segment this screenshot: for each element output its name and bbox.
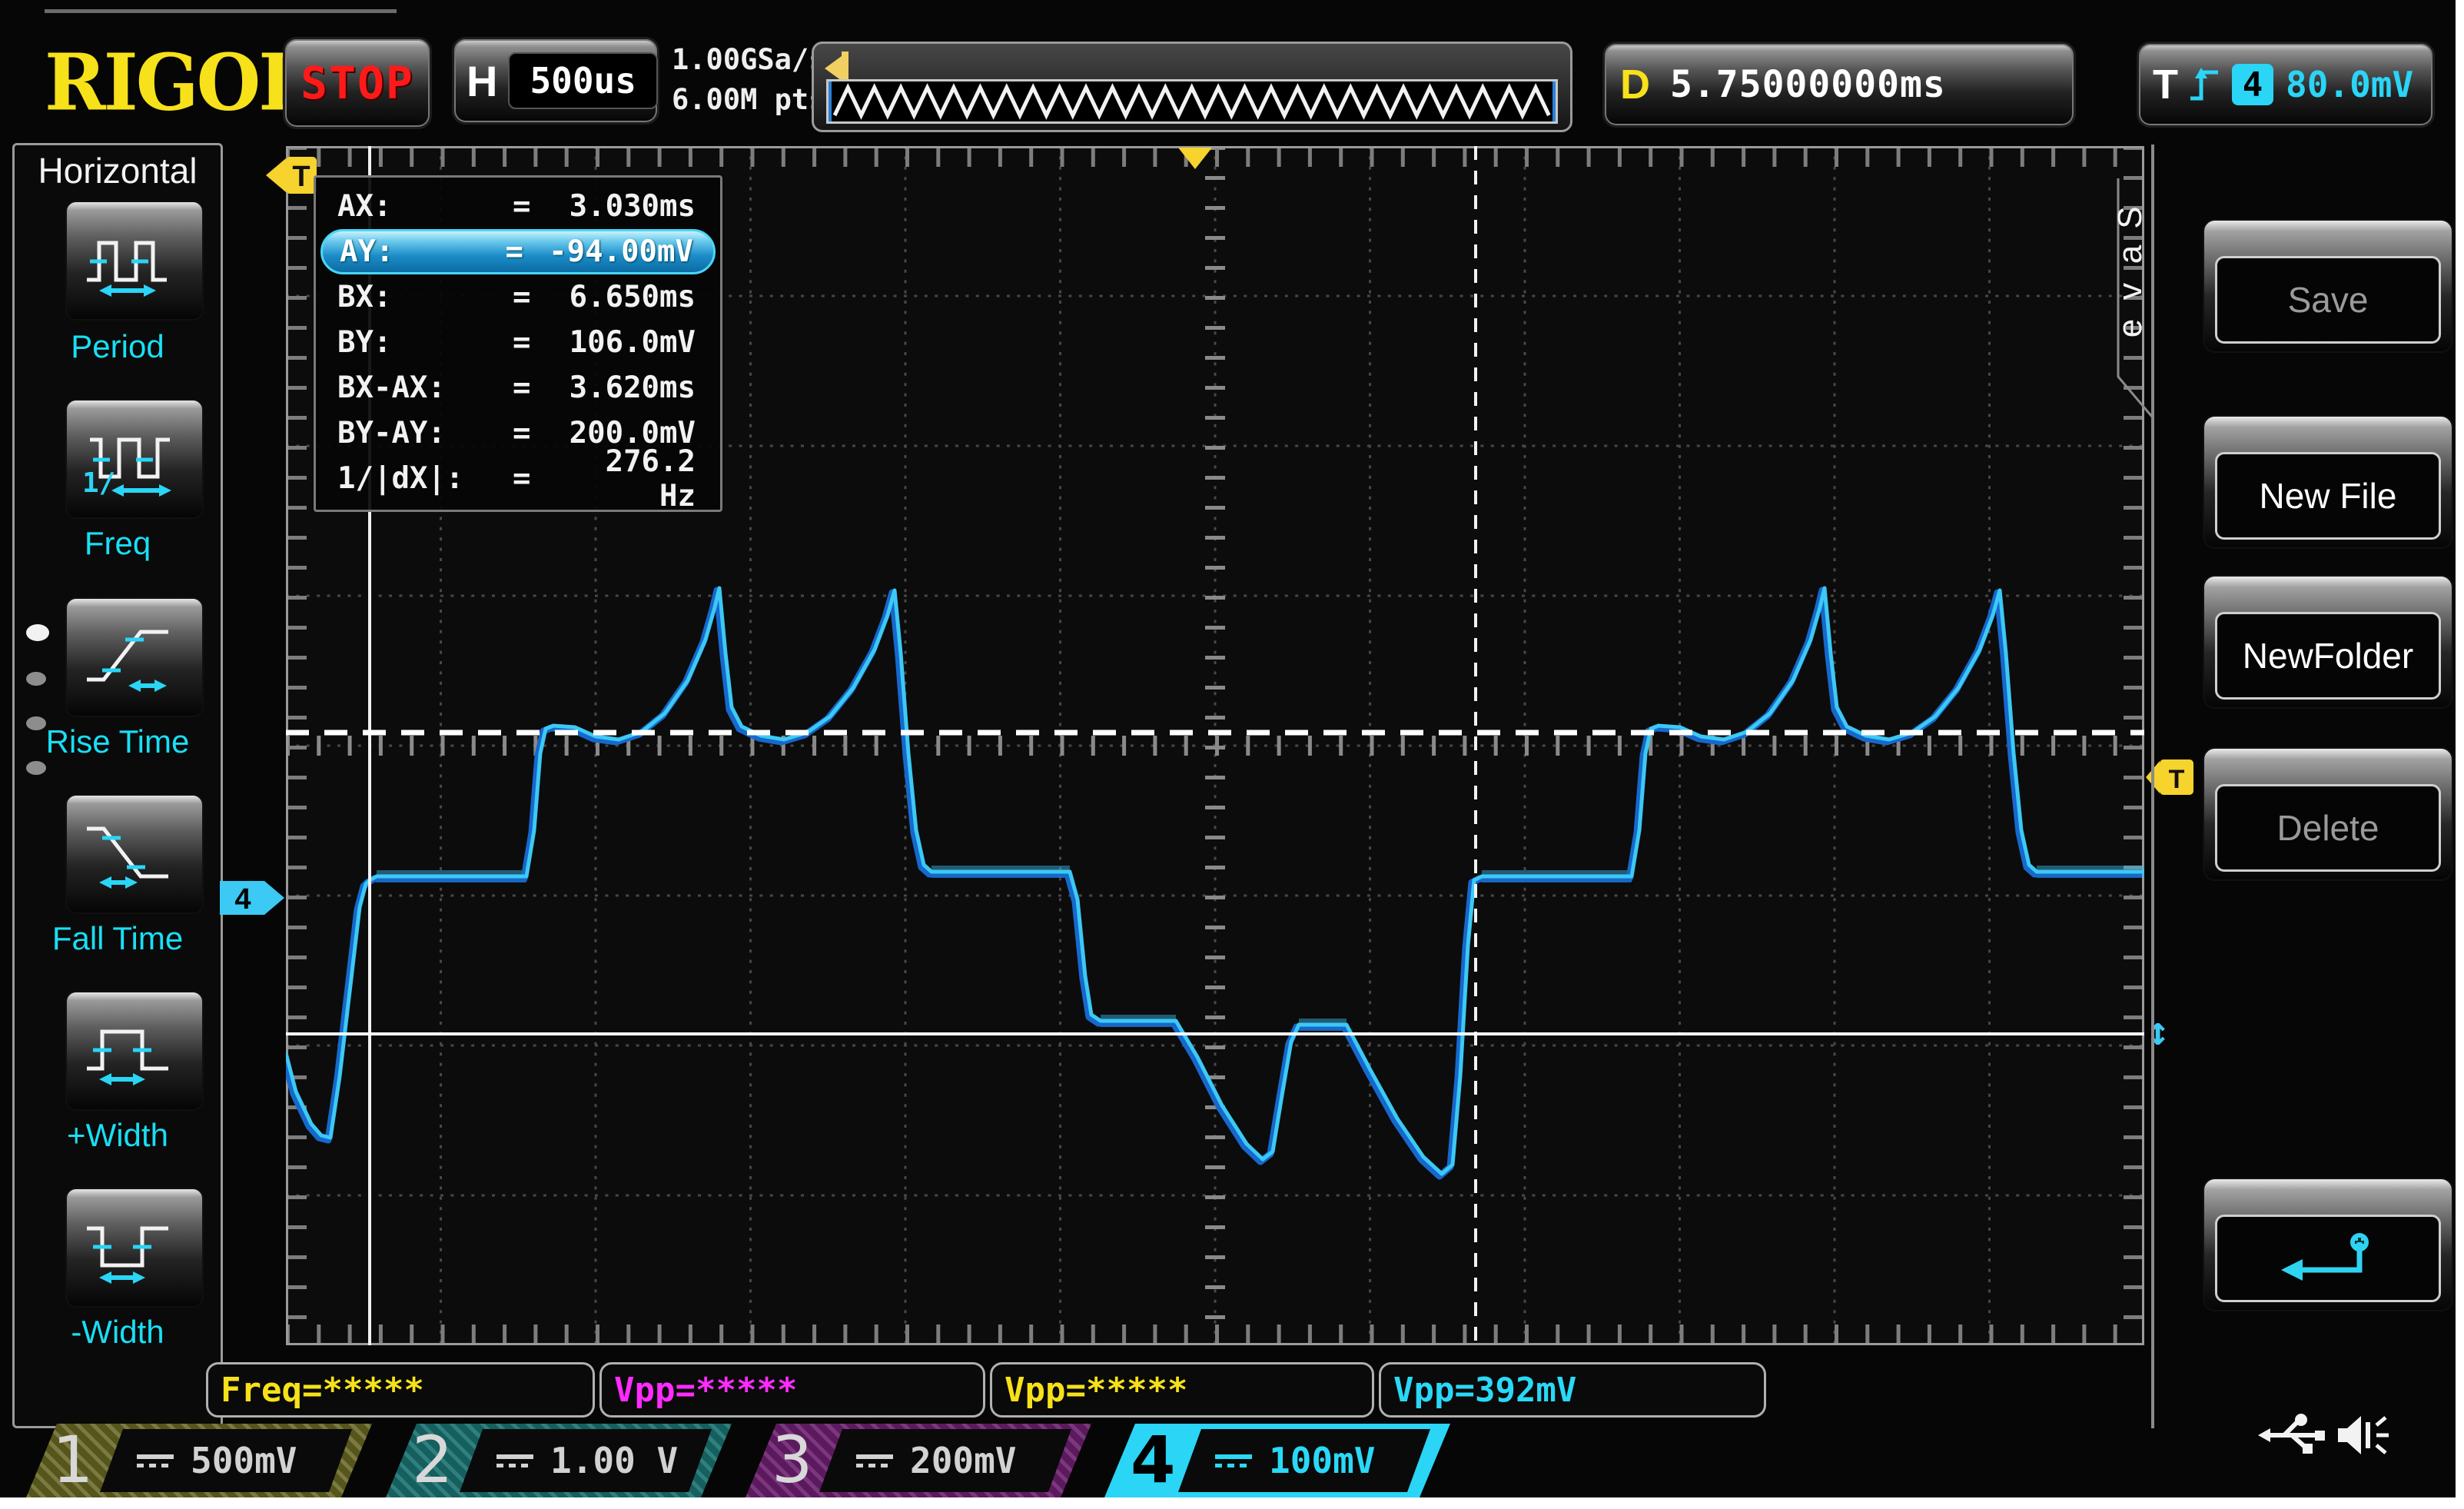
trigger-position-marker-icon[interactable] bbox=[1178, 148, 1212, 169]
preview-window-right-edge bbox=[1552, 81, 1556, 121]
channel-2-number: 2 bbox=[412, 1422, 453, 1497]
run-state-button[interactable]: STOP bbox=[283, 37, 432, 129]
brand-logo: RIGOL bbox=[45, 43, 308, 124]
new-folder-button[interactable]: NewFolder bbox=[2203, 575, 2453, 709]
cursor-row-by: BY: = 106.0mV bbox=[320, 320, 716, 365]
measure-item-period[interactable] bbox=[65, 201, 204, 321]
channel-3-scale: 200mV bbox=[910, 1440, 1016, 1481]
run-state-label: STOP bbox=[301, 57, 414, 109]
measure-item-minus-width[interactable] bbox=[65, 1188, 204, 1308]
freq-icon: 1/ bbox=[81, 417, 188, 501]
channel-2-status[interactable]: 2 1.00 V bbox=[386, 1424, 732, 1497]
memory-waveform-preview[interactable] bbox=[812, 42, 1572, 132]
svg-text:T: T bbox=[2169, 765, 2185, 794]
trigger-level-value: 80.0mV bbox=[2286, 64, 2413, 105]
d-label: D bbox=[1620, 61, 1650, 108]
acquisition-info: 1.00GSa/s 6.00M pts bbox=[672, 40, 825, 120]
new-file-button[interactable]: New File bbox=[2203, 415, 2453, 549]
channel-4-status-selected[interactable]: 4 100mV bbox=[1104, 1424, 1450, 1497]
measure-item-minus-width-label: -Width bbox=[15, 1314, 221, 1351]
freq-icon-one-over: 1/ bbox=[82, 467, 115, 499]
menu-tab-letter: e bbox=[2111, 307, 2150, 350]
cursor-row-ay-selected[interactable]: AY: = -94.00mV bbox=[320, 229, 716, 274]
sample-rate: 1.00GSa/s bbox=[672, 40, 825, 80]
fall-time-icon bbox=[81, 812, 188, 896]
svg-text:4: 4 bbox=[234, 883, 251, 916]
channel4-ground-marker[interactable]: 4 bbox=[220, 876, 286, 919]
measure-category-title: Horizontal bbox=[15, 150, 221, 191]
cursor-row-ax: AX: = 3.030ms bbox=[320, 184, 716, 229]
trigger-info-box[interactable]: T 4 80.0mV bbox=[2137, 42, 2435, 128]
cursor-ay-adjust-icon[interactable]: ↕ bbox=[2146, 1009, 2170, 1055]
measure-item-plus-width-label: +Width bbox=[15, 1117, 221, 1154]
d-value: 5.75000000ms bbox=[1670, 63, 1946, 106]
measure-item-plus-width[interactable] bbox=[65, 991, 204, 1111]
measure-item-fall-time-label: Fall Time bbox=[15, 920, 221, 957]
h-label: H bbox=[467, 56, 497, 106]
svg-text:T: T bbox=[292, 161, 310, 193]
trigger-slope-icon bbox=[2187, 63, 2221, 106]
usb-icon bbox=[2256, 1411, 2327, 1459]
channel-2-scale: 1.00 V bbox=[550, 1440, 678, 1481]
measurement-slot-3[interactable]: Vpp=***** bbox=[990, 1362, 1374, 1418]
memory-depth: 6.00M pts bbox=[672, 80, 825, 120]
rise-time-icon bbox=[81, 615, 188, 700]
cursor-row-bx: BX: = 6.650ms bbox=[320, 274, 716, 320]
measure-item-fall-time[interactable] bbox=[65, 794, 204, 914]
measure-item-period-label: Period bbox=[15, 328, 221, 365]
speaker-icon bbox=[2333, 1411, 2393, 1459]
measure-item-rise-time[interactable] bbox=[65, 597, 204, 717]
back-button[interactable] bbox=[2203, 1178, 2453, 1311]
preview-wave-window bbox=[826, 79, 1558, 124]
measurement-slot-1[interactable]: Freq=***** bbox=[206, 1362, 595, 1418]
preview-window-left-edge bbox=[829, 81, 832, 121]
cursor-row-inv-dx: 1/|dX|: = 276.2 Hz bbox=[320, 456, 716, 501]
h-scale-value: 500us bbox=[508, 52, 657, 109]
back-arrow-icon bbox=[2270, 1230, 2386, 1287]
cursor-row-bx-ax: BX-AX: = 3.620ms bbox=[320, 365, 716, 410]
period-icon bbox=[81, 218, 188, 303]
measure-item-freq-label: Freq bbox=[15, 525, 221, 562]
cursor-readout-box: AX: = 3.030ms AY: = -94.00mV BX: = 6.650… bbox=[314, 175, 722, 512]
preview-zigzag bbox=[829, 81, 1556, 121]
dc-coupling-icon bbox=[496, 1454, 533, 1467]
delete-button[interactable]: Delete bbox=[2203, 747, 2453, 881]
measure-item-freq[interactable]: 1/ bbox=[65, 399, 204, 519]
channel-3-status[interactable]: 3 200mV bbox=[746, 1424, 1091, 1497]
dc-coupling-icon bbox=[856, 1454, 893, 1467]
channel-4-scale: 100mV bbox=[1269, 1440, 1375, 1481]
channel-1-scale: 500mV bbox=[191, 1440, 297, 1481]
t-label: T bbox=[2153, 61, 2178, 108]
dc-coupling-icon bbox=[1215, 1454, 1252, 1467]
measurement-slot-2[interactable]: Vpp=***** bbox=[599, 1362, 985, 1418]
channel-1-status[interactable]: 1 500mV bbox=[26, 1424, 372, 1497]
minus-width-icon bbox=[81, 1205, 188, 1290]
channel-4-number: 4 bbox=[1131, 1422, 1175, 1497]
dc-coupling-icon bbox=[137, 1454, 174, 1467]
save-button[interactable]: Save bbox=[2203, 219, 2453, 353]
measurement-slot-4[interactable]: Vpp=392mV bbox=[1379, 1362, 1766, 1418]
bezel-line bbox=[45, 9, 397, 13]
channel-3-number: 3 bbox=[772, 1422, 812, 1497]
horizontal-scale-box[interactable]: H 500us bbox=[452, 37, 659, 125]
oscilloscope-screen: RIGOL STOP H 500us 1.00GSa/s 6.00M pts D… bbox=[0, 0, 2456, 1497]
trigger-source-badge: 4 bbox=[2232, 64, 2273, 105]
horizontal-offset-box[interactable]: D 5.75000000ms bbox=[1602, 42, 2076, 128]
channel-1-number: 1 bbox=[52, 1422, 93, 1497]
menu-scroll-indicator bbox=[26, 624, 49, 806]
plus-width-icon bbox=[81, 1009, 188, 1093]
